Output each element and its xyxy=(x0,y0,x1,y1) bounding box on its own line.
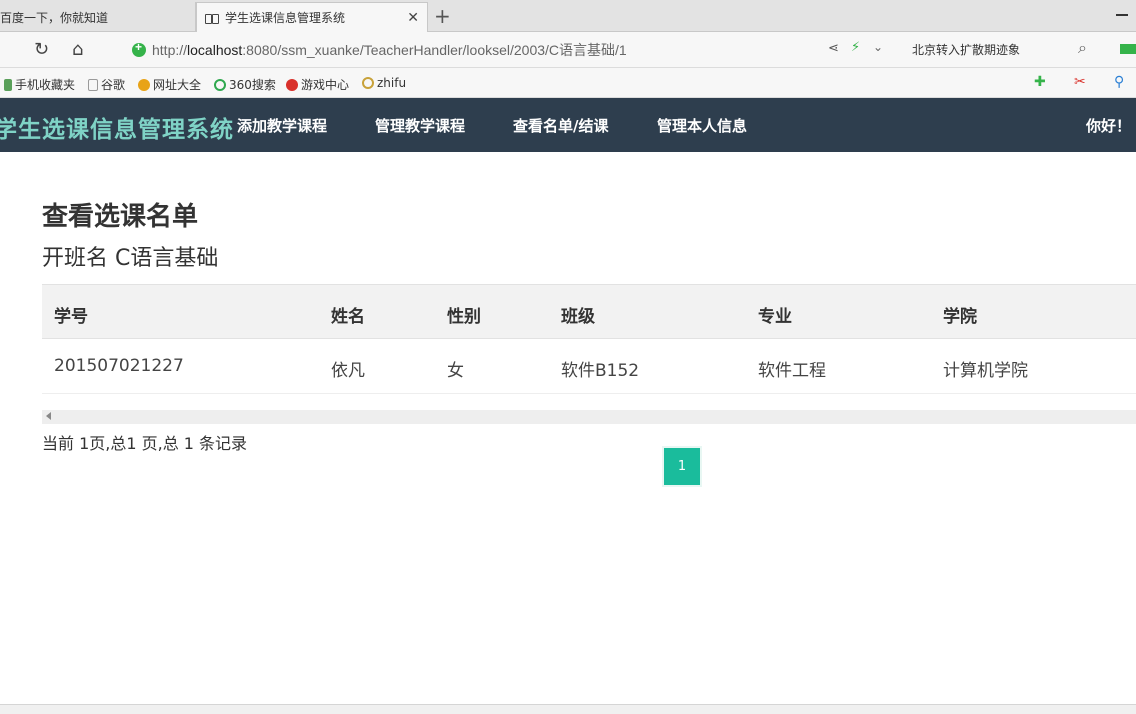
page-button-current[interactable]: 1 xyxy=(662,446,702,487)
reload-icon[interactable]: ↻ xyxy=(34,39,49,60)
header-major: 专业 xyxy=(758,307,792,327)
table-row: 201507021227 依凡 女 软件B152 软件工程 计算机学院 xyxy=(42,339,1136,394)
share-icon[interactable]: ⋖ xyxy=(828,41,839,56)
cell-student-id: 201507021227 xyxy=(54,356,184,376)
roster-table: 学号 姓名 性别 班级 专业 学院 201507021227 依凡 女 软件B1… xyxy=(42,284,1136,394)
table-horizontal-scrollbar[interactable] xyxy=(42,410,1136,424)
cell-major: 软件工程 xyxy=(758,361,826,381)
minimize-icon[interactable] xyxy=(1116,14,1128,16)
url-path: :8080/ssm_xuanke/TeacherHandler/looksel/… xyxy=(242,42,627,58)
pagination-summary: 当前 1页,总1 页,总 1 条记录 xyxy=(42,434,248,453)
page-icon xyxy=(88,78,98,91)
close-tab-icon[interactable]: ✕ xyxy=(407,10,419,26)
browser-status-bar xyxy=(0,704,1136,714)
phone-icon xyxy=(4,78,12,91)
menu-view-roster[interactable]: 查看名单/结课 xyxy=(513,115,608,136)
site-favicon-icon xyxy=(205,13,219,24)
news-ticker[interactable]: 北京转入扩散期迹象 xyxy=(912,41,1020,58)
bookmarks-bar: 手机收藏夹 谷歌 网址大全 360搜索 游戏中心 zhifu ✚ ✂ ⚲ xyxy=(0,68,1136,98)
tab-label: 百度一下，你就知道 xyxy=(0,10,109,25)
tab-label: 学生选课信息管理系统 xyxy=(225,11,346,25)
bookmark-label: 谷歌 xyxy=(101,78,126,92)
lightning-icon[interactable]: ⚡ xyxy=(851,40,860,55)
battery-icon xyxy=(1120,44,1136,54)
globe-icon xyxy=(138,78,150,91)
cell-class: 软件B152 xyxy=(561,361,640,381)
bookmark-label: 游戏中心 xyxy=(301,78,350,92)
header-name: 姓名 xyxy=(331,307,365,327)
bookmark-label: 360搜索 xyxy=(229,78,276,92)
tab-xuanke[interactable]: 学生选课信息管理系统 ✕ xyxy=(196,2,428,32)
bookmark-game-center[interactable]: 游戏中心 xyxy=(286,76,349,93)
chevron-down-icon[interactable]: ⌄ xyxy=(873,40,883,54)
table-header: 学号 姓名 性别 班级 专业 学院 xyxy=(42,284,1136,339)
secure-shield-icon xyxy=(132,40,146,57)
header-college: 学院 xyxy=(943,307,977,327)
home-icon[interactable]: ⌂ xyxy=(72,39,83,60)
cell-name: 依凡 xyxy=(331,361,365,381)
bookmark-mobile-favorites[interactable]: 手机收藏夹 xyxy=(4,76,75,93)
back-arrow-icon[interactable]: ‹ xyxy=(0,39,1,60)
url-host: localhost xyxy=(187,42,243,58)
class-subtitle: 开班名 C语言基础 xyxy=(42,246,219,271)
scroll-left-arrow-icon[interactable] xyxy=(46,412,51,420)
new-tab-icon[interactable]: + xyxy=(434,4,451,28)
header-class: 班级 xyxy=(561,307,595,327)
bookmark-label: zhifu xyxy=(377,76,407,90)
cell-college: 计算机学院 xyxy=(943,361,1028,381)
search-icon[interactable]: ⌕ xyxy=(1078,38,1087,58)
address-bar: ‹ ↻ ⌂ http://localhost:8080/ssm_xuanke/T… xyxy=(0,32,1136,68)
menu-manage-courses[interactable]: 管理教学课程 xyxy=(375,115,465,136)
url-field[interactable]: http://localhost:8080/ssm_xuanke/Teacher… xyxy=(132,40,627,60)
header-student-id: 学号 xyxy=(54,307,88,327)
bookmark-google[interactable]: 谷歌 xyxy=(88,76,125,93)
bookmark-360-search[interactable]: 360搜索 xyxy=(214,76,276,93)
menu-manage-profile[interactable]: 管理本人信息 xyxy=(657,115,747,136)
bookmark-label: 手机收藏夹 xyxy=(15,78,76,92)
game-icon xyxy=(286,78,298,91)
zhifu-icon xyxy=(362,77,374,89)
scissors-icon[interactable]: ✂ xyxy=(1074,74,1086,90)
app-brand[interactable]: 学生选课信息管理系统 xyxy=(0,110,234,144)
cell-gender: 女 xyxy=(447,361,464,381)
user-greeting[interactable]: 你好！ xyxy=(1086,115,1131,136)
magnifier-icon[interactable]: ⚲ xyxy=(1114,74,1124,90)
tab-baidu[interactable]: 百度一下，你就知道 xyxy=(0,2,196,32)
header-gender: 性别 xyxy=(447,307,481,327)
page-title: 查看选课名单 xyxy=(42,202,199,232)
url-prefix: http:// xyxy=(152,42,188,58)
menu-add-course[interactable]: 添加教学课程 xyxy=(237,115,327,136)
browser-tab-strip: 百度一下，你就知道 学生选课信息管理系统 ✕ + xyxy=(0,0,1136,32)
bookmark-nav-sites[interactable]: 网址大全 xyxy=(138,76,201,93)
app-header: 学生选课信息管理系统 添加教学课程 管理教学课程 查看名单/结课 管理本人信息 … xyxy=(0,98,1136,152)
bookmark-label: 网址大全 xyxy=(153,78,202,92)
bookmark-zhifu[interactable]: zhifu xyxy=(362,76,406,90)
extension-icon[interactable]: ✚ xyxy=(1034,74,1046,90)
360-icon xyxy=(214,78,226,91)
